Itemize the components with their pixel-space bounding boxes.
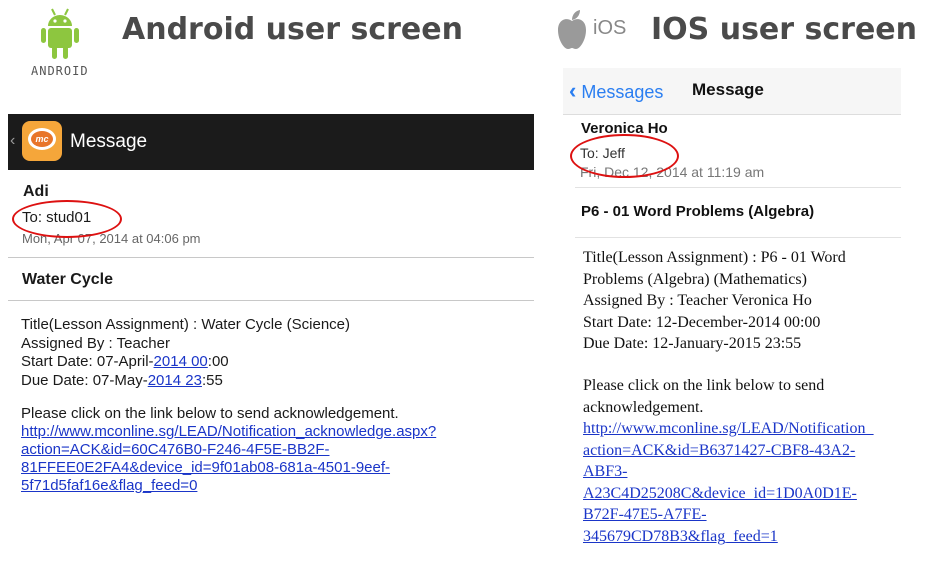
recipient-highlight-circle [12,200,122,238]
android-logo-text: ANDROID [31,64,89,78]
ios-ack-section: Please click on the link below to send a… [583,375,873,547]
ios-badge: iOS [593,17,627,39]
ack-link-line[interactable]: 345679CD78B3&flag_feed=1 [583,526,873,548]
ack-text: Please click on the link below to send a… [21,405,399,422]
start-date-suffix: :00 [207,353,229,370]
back-chevron-icon[interactable]: ‹ [10,132,15,150]
android-ack-section: Please click on the link below to send a… [21,405,436,495]
ios-section-title: IOS user screen [651,12,918,47]
ack-text-line: acknowledgement. [583,398,704,416]
start-date-link[interactable]: 2014 00 [154,353,208,370]
start-date-prefix: Start Date: 07-April- [21,353,154,370]
body-line: Title(Lesson Assignment) : P6 - 01 Word [583,249,846,266]
start-date-line: Start Date: 07-April-2014 00:00 [21,353,350,372]
body-line: Assigned By : Teacher Veronica Ho [583,292,812,309]
ack-link-line[interactable]: A23C4D25208C&device_id=1D0A0D1E- [583,483,873,505]
android-body: Title(Lesson Assignment) : Water Cycle (… [21,316,350,390]
ack-link-line[interactable]: action=ACK&id=B6371427-CBF8-43A2- [583,440,873,462]
ios-subject: P6 - 01 Word Problems (Algebra) [581,203,815,220]
ios-nav-bar: ‹ Messages Message [563,68,901,115]
ack-link-line[interactable]: 81FFEE0E2FA4&device_id=9f01ab08-681a-450… [21,459,436,477]
divider [8,300,534,301]
ack-link-line[interactable]: http://www.mconline.sg/LEAD/Notification… [583,418,873,440]
due-date-prefix: Due Date: 07-May- [21,371,148,389]
ack-link-line[interactable]: http://www.mconline.sg/LEAD/Notification… [21,423,436,441]
app-icon: mc [22,121,62,161]
ios-back-button[interactable]: ‹ Messages [569,78,663,104]
due-date-link[interactable]: 2014 23 [148,372,202,389]
body-line: Problems (Algebra) (Mathematics) [583,270,807,288]
divider [575,187,901,188]
due-date-line: Due Date: 07-May-2014 23:55 [21,372,350,391]
chevron-left-icon: ‹ [569,78,577,103]
due-date-suffix: :55 [201,371,223,389]
android-subject: Water Cycle [22,271,113,288]
body-line: Title(Lesson Assignment) : Water Cycle (… [21,316,350,333]
ack-link-line[interactable]: ABF3- [583,461,873,483]
apple-icon [555,9,589,51]
android-robot-icon [40,6,80,64]
ios-nav-title: Message [692,80,764,99]
ios-body: Title(Lesson Assignment) : P6 - 01 Word … [583,247,846,355]
ack-link-line[interactable]: 5f71d5faf16e&flag_feed=0 [21,477,436,495]
divider [8,257,534,258]
body-line: Due Date: 12-January-2015 23:55 [583,335,802,352]
recipient-highlight-circle [570,134,679,178]
android-action-bar: ‹ mc Message [8,114,534,170]
android-sender: Adi [23,183,49,200]
body-line: Assigned By : Teacher [21,334,170,352]
body-line: Start Date: 12-December-2014 00:00 [583,313,821,331]
divider [575,237,901,238]
ack-link-line[interactable]: B72F-47E5-A7FE- [583,504,873,526]
ack-link-line[interactable]: action=ACK&id=60C476B0-F246-4F5E-BB2F- [21,441,436,459]
ack-text-line: Please click on the link below to send [583,377,825,394]
android-section-title: Android user screen [122,12,463,47]
ios-back-label: Messages [581,82,664,102]
android-bar-title: Message [70,131,148,152]
